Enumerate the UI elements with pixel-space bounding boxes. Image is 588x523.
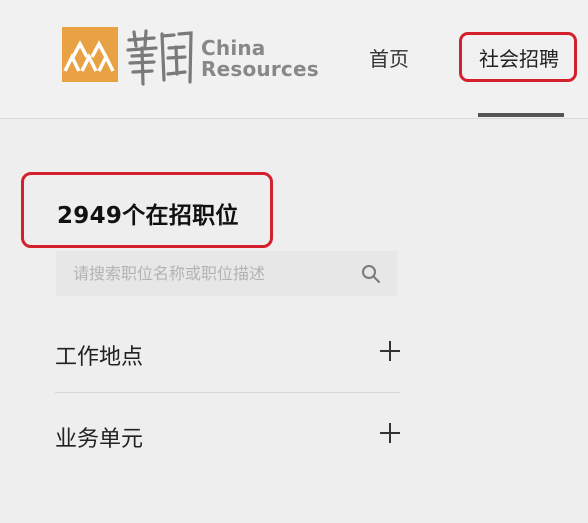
nav-home-link[interactable]: 首页 <box>369 43 409 72</box>
china-resources-logo[interactable]: China Resources <box>62 27 319 86</box>
search-icon[interactable] <box>361 264 381 284</box>
search-box <box>56 251 397 296</box>
filter-label: 业务单元 <box>55 427 144 452</box>
logo-english-text: China Resources <box>201 38 319 80</box>
search-input[interactable] <box>56 251 346 296</box>
logo-english-line1: China <box>201 36 266 60</box>
filter-business-unit[interactable]: 业务单元 <box>55 394 400 474</box>
filter-label: 工作地点 <box>55 345 144 370</box>
highlight-box-nav <box>459 32 577 82</box>
plus-icon[interactable] <box>380 423 400 443</box>
filter-work-location[interactable]: 工作地点 <box>55 312 400 393</box>
highlight-box-count <box>21 172 273 248</box>
logo-calligraphy <box>126 29 193 86</box>
logo-english-line2: Resources <box>201 57 319 81</box>
logo-mountain-icon <box>62 27 118 82</box>
plus-icon[interactable] <box>380 341 400 361</box>
site-header: China Resources 首页 社会招聘 <box>0 0 588 119</box>
active-tab-indicator <box>478 113 564 117</box>
